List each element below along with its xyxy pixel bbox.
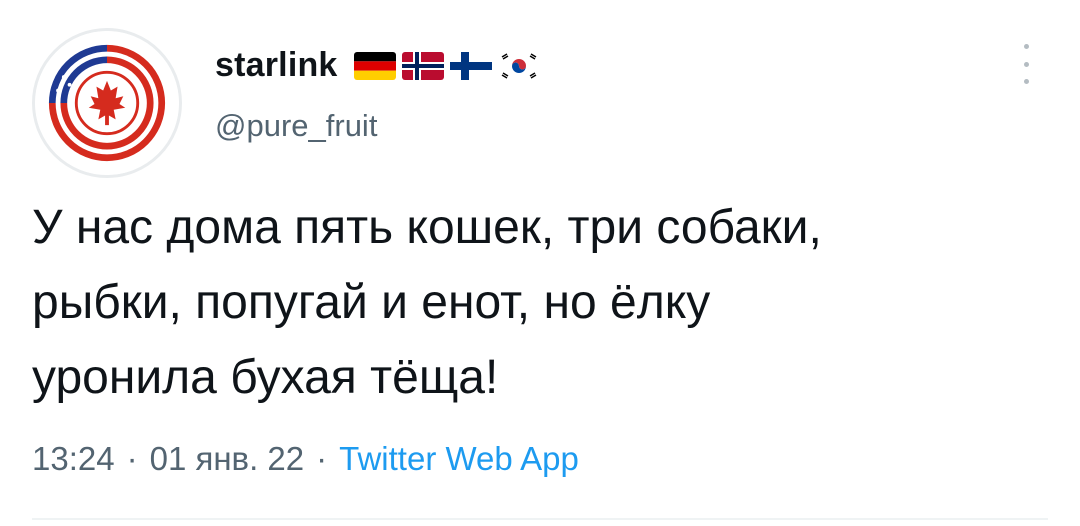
tweet-source-link[interactable]: Twitter Web App	[339, 440, 579, 478]
meta-separator: ·	[126, 440, 138, 477]
tweet-meta: 13:24 · 01 янв. 22 · Twitter Web App	[32, 440, 579, 478]
author-header[interactable]: starlink	[215, 46, 540, 85]
finland-flag-icon	[449, 51, 492, 80]
germany-flag-icon	[353, 51, 396, 80]
tweet-card: starlink @pure_fruit У нас дома пять кош…	[0, 0, 1080, 526]
more-dot	[1023, 79, 1029, 84]
divider	[32, 518, 1048, 520]
norway-flag-icon	[401, 51, 444, 80]
author-handle[interactable]: @pure_fruit	[215, 108, 377, 144]
more-dot	[1023, 61, 1029, 67]
tweet-date[interactable]: 01 янв. 22	[150, 440, 305, 478]
meta-separator: ·	[316, 440, 328, 477]
tweet-time[interactable]: 13:24	[32, 440, 115, 478]
more-dot	[1023, 44, 1029, 49]
author-display-name[interactable]: starlink	[215, 46, 338, 85]
avatar[interactable]	[32, 28, 182, 178]
more-options-icon[interactable]	[1014, 44, 1038, 84]
canada-usa-flag-avatar-icon	[35, 31, 179, 175]
south-korea-flag-icon	[497, 51, 540, 80]
flag-emoji-group	[353, 51, 540, 80]
tweet-text: У нас дома пять кошек, три собаки, рыбки…	[32, 201, 822, 404]
